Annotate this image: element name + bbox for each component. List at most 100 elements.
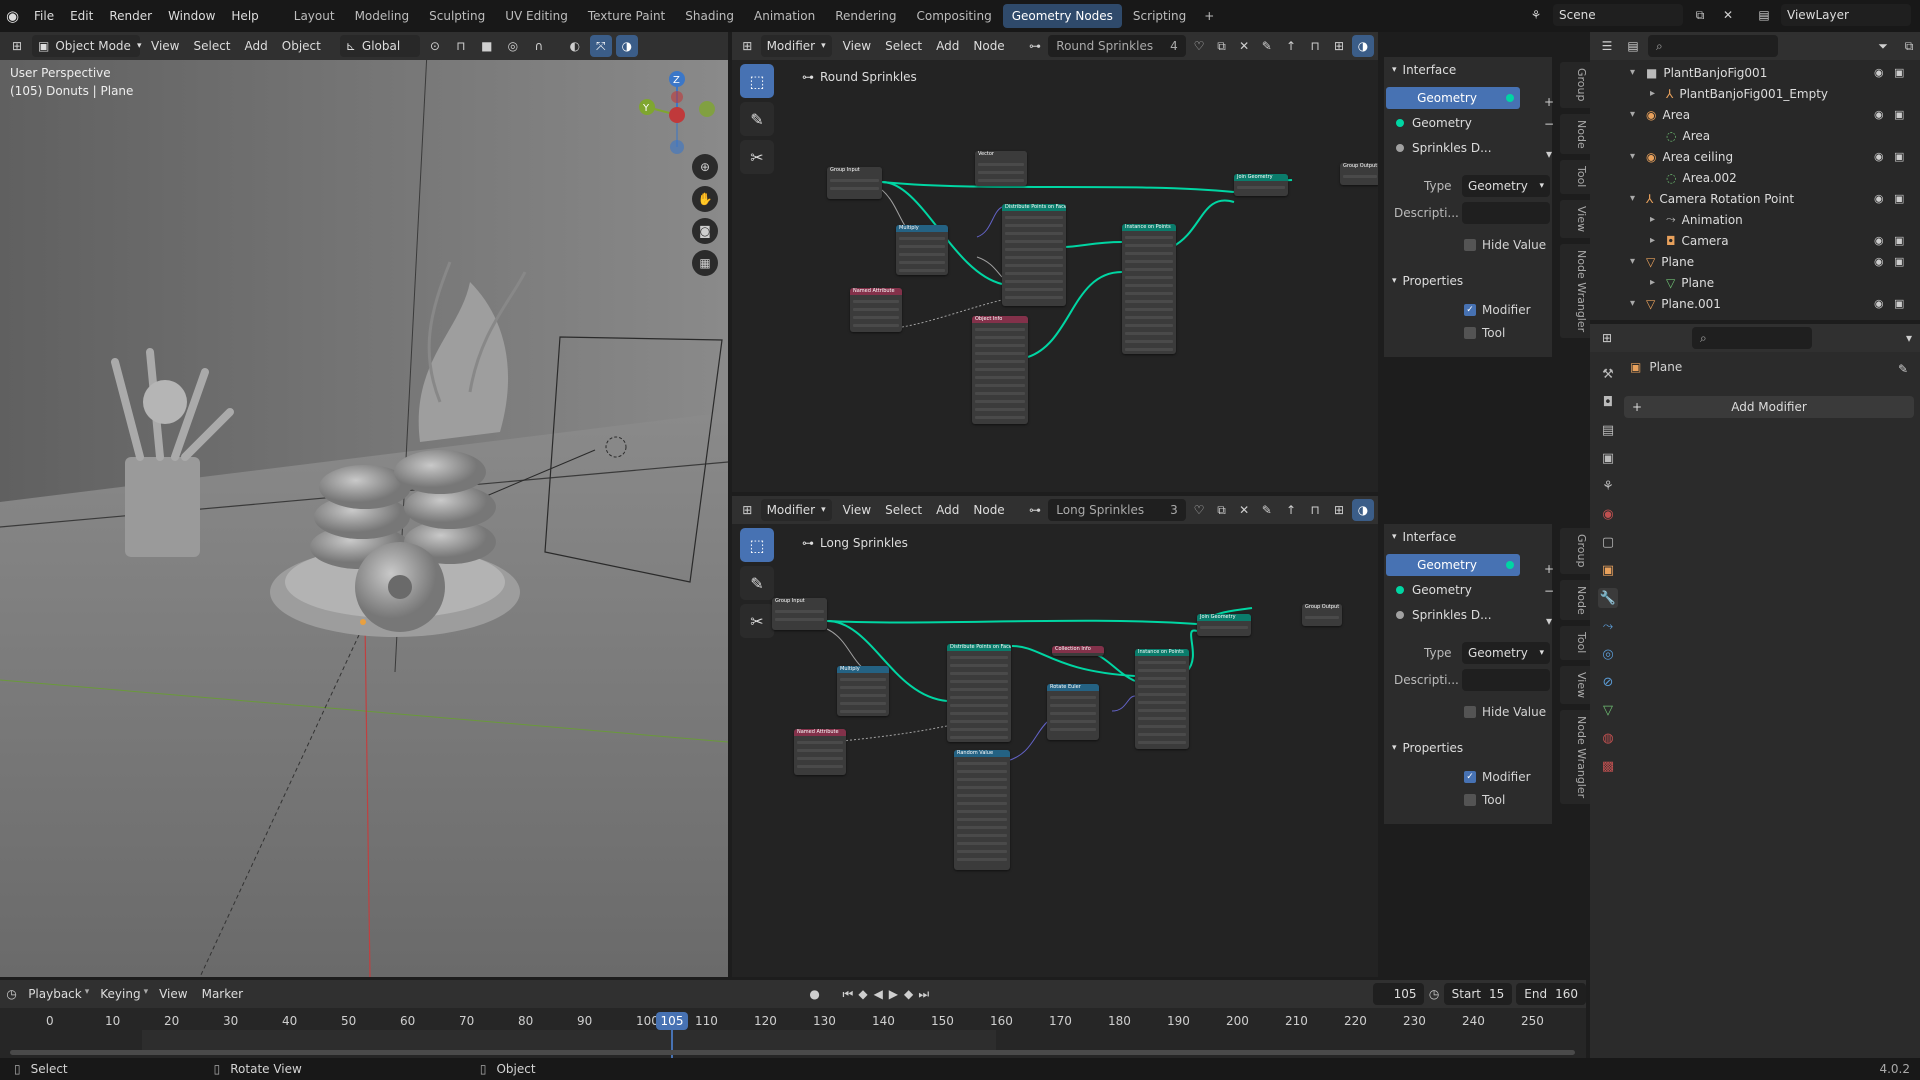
expand-arrow-icon[interactable]: ▸: [1650, 277, 1660, 288]
type-dropdown[interactable]: Geometry ▾: [1462, 175, 1550, 197]
render-camera-icon[interactable]: ▣: [1894, 192, 1904, 205]
jump-start-icon[interactable]: ⏮: [842, 983, 853, 1005]
blender-logo-icon[interactable]: ◉: [6, 7, 26, 25]
menu-render[interactable]: Render: [101, 9, 160, 23]
add-socket-icon[interactable]: +: [1540, 560, 1558, 578]
render-camera-icon[interactable]: ▣: [1894, 108, 1904, 121]
properties-editor[interactable]: ⊞ ⌕ ▾ ⚒ ◘ ▤ ▣ ⚘ ◉ ▢ ▣ 🔧 ⤳ ◎ ⊘ ▽ ◍ ▩ ▣ Pl…: [1590, 324, 1920, 1058]
interface-socket-item[interactable]: Sprinkles D...: [1386, 137, 1520, 159]
clock-icon[interactable]: ◷: [1428, 983, 1439, 1005]
socket-menu-icon[interactable]: ▾: [1540, 612, 1558, 630]
outliner-item[interactable]: ▾ ◉ Area ceiling ◉ ▣: [1590, 146, 1910, 167]
tab-rendering[interactable]: Rendering: [826, 4, 905, 28]
properties-search-input[interactable]: ⌕: [1692, 327, 1812, 349]
tab-texture-paint[interactable]: Texture Paint: [579, 4, 674, 28]
tab-scripting[interactable]: Scripting: [1124, 4, 1195, 28]
viewport-menu-select[interactable]: Select: [186, 39, 237, 53]
view-layer-icon[interactable]: ▤: [1753, 4, 1775, 26]
editor-type-icon[interactable]: ☰: [1596, 35, 1618, 57]
visibility-eye-icon[interactable]: ◉: [1874, 192, 1884, 205]
record-icon[interactable]: ●: [809, 983, 820, 1005]
tab-uv-editing[interactable]: UV Editing: [496, 4, 577, 28]
proportional-icon[interactable]: ◎: [502, 35, 524, 57]
play-reverse-icon[interactable]: ◀: [873, 983, 884, 1005]
editor-type-icon[interactable]: ◷: [6, 983, 17, 1005]
node-group-output[interactable]: Group Output: [1302, 604, 1342, 626]
tab-geometry-nodes[interactable]: Geometry Nodes: [1002, 4, 1122, 28]
node-random-value[interactable]: Random Value: [954, 750, 1010, 870]
add-modifier-button[interactable]: + Add Modifier: [1624, 396, 1914, 418]
modifier-properties-icon[interactable]: 🔧: [1598, 588, 1618, 608]
add-workspace-button[interactable]: +: [1195, 4, 1223, 28]
tool-checkbox[interactable]: Tool: [1464, 793, 1505, 807]
render-camera-icon[interactable]: ▣: [1894, 150, 1904, 163]
expand-arrow-icon[interactable]: ▸: [1650, 235, 1660, 246]
outliner-item[interactable]: ▸ ◘ Camera ◉ ▣: [1590, 230, 1910, 251]
render-camera-icon[interactable]: ▣: [1894, 297, 1904, 310]
visibility-eye-icon[interactable]: ◉: [1874, 297, 1884, 310]
scene-selector[interactable]: Scene: [1553, 4, 1683, 26]
pin-icon[interactable]: ✎: [1892, 358, 1914, 380]
viewport-menu-object[interactable]: Object: [275, 39, 328, 53]
object-mode-dropdown[interactable]: ▣ Object Mode ▾: [32, 35, 141, 57]
node-group-output[interactable]: Group Output: [1340, 163, 1378, 185]
output-properties-icon[interactable]: ▤: [1598, 420, 1618, 440]
visibility-eye-icon[interactable]: ◉: [1874, 108, 1884, 121]
socket-menu-icon[interactable]: ▾: [1540, 145, 1558, 163]
expand-arrow-icon[interactable]: ▾: [1630, 67, 1640, 78]
object-properties-icon[interactable]: ▣: [1598, 560, 1618, 580]
node-named-attribute[interactable]: Named Attribute: [794, 729, 846, 775]
delete-scene-icon[interactable]: ✕: [1717, 4, 1739, 26]
editor-type-icon[interactable]: ⊞: [6, 35, 28, 57]
side-tab-tool[interactable]: Tool: [1560, 626, 1590, 660]
outliner-item[interactable]: ◌ Area: [1590, 125, 1910, 146]
data-properties-icon[interactable]: ▽: [1598, 700, 1618, 720]
outliner-item[interactable]: ▸ ⤳ Animation: [1590, 209, 1910, 230]
node-distribute-points-on-faces[interactable]: Distribute Points on Faces: [1002, 204, 1066, 306]
navigation-gizmo[interactable]: Z Y: [635, 67, 725, 157]
viewport-menu-add[interactable]: Add: [238, 39, 275, 53]
tab-compositing[interactable]: Compositing: [907, 4, 1000, 28]
outliner[interactable]: ☰ ▤ ⌕ ⏷ ⧉ ▾ ■ PlantBanjoFig001 ◉ ▣ ▸ ⅄ PlantBan…: [1590, 32, 1920, 320]
expand-arrow-icon[interactable]: ▾: [1630, 298, 1640, 309]
pan-hand-icon[interactable]: ✋: [692, 186, 718, 212]
view-layer-selector[interactable]: ViewLayer: [1781, 4, 1911, 26]
side-tab-node[interactable]: Node: [1560, 579, 1590, 621]
remove-socket-icon[interactable]: −: [1540, 115, 1558, 133]
outliner-item[interactable]: ▾ ■ PlantBanjoFig001 ◉ ▣: [1590, 62, 1910, 83]
snap-target-icon[interactable]: ■: [476, 35, 498, 57]
side-tab-group[interactable]: Group: [1560, 528, 1590, 574]
zoom-icon[interactable]: ⊕: [692, 154, 718, 180]
interface-socket-item[interactable]: Sprinkles D...: [1386, 604, 1520, 626]
render-properties-icon[interactable]: ◘: [1598, 392, 1618, 412]
timeline-menu-view[interactable]: View: [152, 987, 194, 1001]
outliner-item[interactable]: ▾ ▽ Plane.001 ◉ ▣: [1590, 293, 1910, 314]
node-multiply[interactable]: Multiply: [896, 225, 948, 275]
snap-icon[interactable]: ⊓: [450, 35, 472, 57]
outliner-search-input[interactable]: ⌕: [1648, 35, 1778, 57]
editor-type-icon[interactable]: ⊞: [1596, 327, 1618, 349]
physics-properties-icon[interactable]: ◎: [1598, 644, 1618, 664]
tab-sculpting[interactable]: Sculpting: [420, 4, 494, 28]
outliner-item[interactable]: ▸ ⅄ PlantBanjoFig001_Empty: [1590, 83, 1910, 104]
options-chevron-icon[interactable]: ▾: [1898, 327, 1920, 349]
transform-orientation-dropdown[interactable]: ⊾ Global: [339, 35, 420, 57]
modifier-checkbox[interactable]: ✓ Modifier: [1464, 770, 1531, 784]
node-collection-info[interactable]: Collection Info: [1052, 646, 1104, 656]
outliner-item[interactable]: ▾ ⅄ Camera Rotation Point ◉ ▣: [1590, 188, 1910, 209]
interface-section-header[interactable]: ▾ Interface: [1384, 524, 1552, 550]
scene-properties-icon[interactable]: ⚘: [1598, 476, 1618, 496]
tab-layout[interactable]: Layout: [285, 4, 344, 28]
properties-section-header[interactable]: ▾ Properties: [1384, 735, 1463, 761]
interface-socket-item[interactable]: Geometry: [1386, 112, 1520, 134]
side-tab-node-wrangler[interactable]: Node Wrangler: [1560, 243, 1590, 338]
gizmo-toggle-icon[interactable]: ⤧: [589, 35, 612, 57]
menu-window[interactable]: Window: [160, 9, 223, 23]
node-editor-bottom[interactable]: ⊞ Modifier ▾ View Select Add Node ⊶ Long Sp…: [732, 496, 1378, 977]
visibility-eye-icon[interactable]: ◉: [1874, 150, 1884, 163]
remove-socket-icon[interactable]: −: [1540, 582, 1558, 600]
world-properties-icon[interactable]: ◉: [1598, 504, 1618, 524]
visibility-eye-icon[interactable]: ◉: [1874, 255, 1884, 268]
description-input[interactable]: [1462, 669, 1550, 691]
ortho-grid-icon[interactable]: ▦: [692, 250, 718, 276]
